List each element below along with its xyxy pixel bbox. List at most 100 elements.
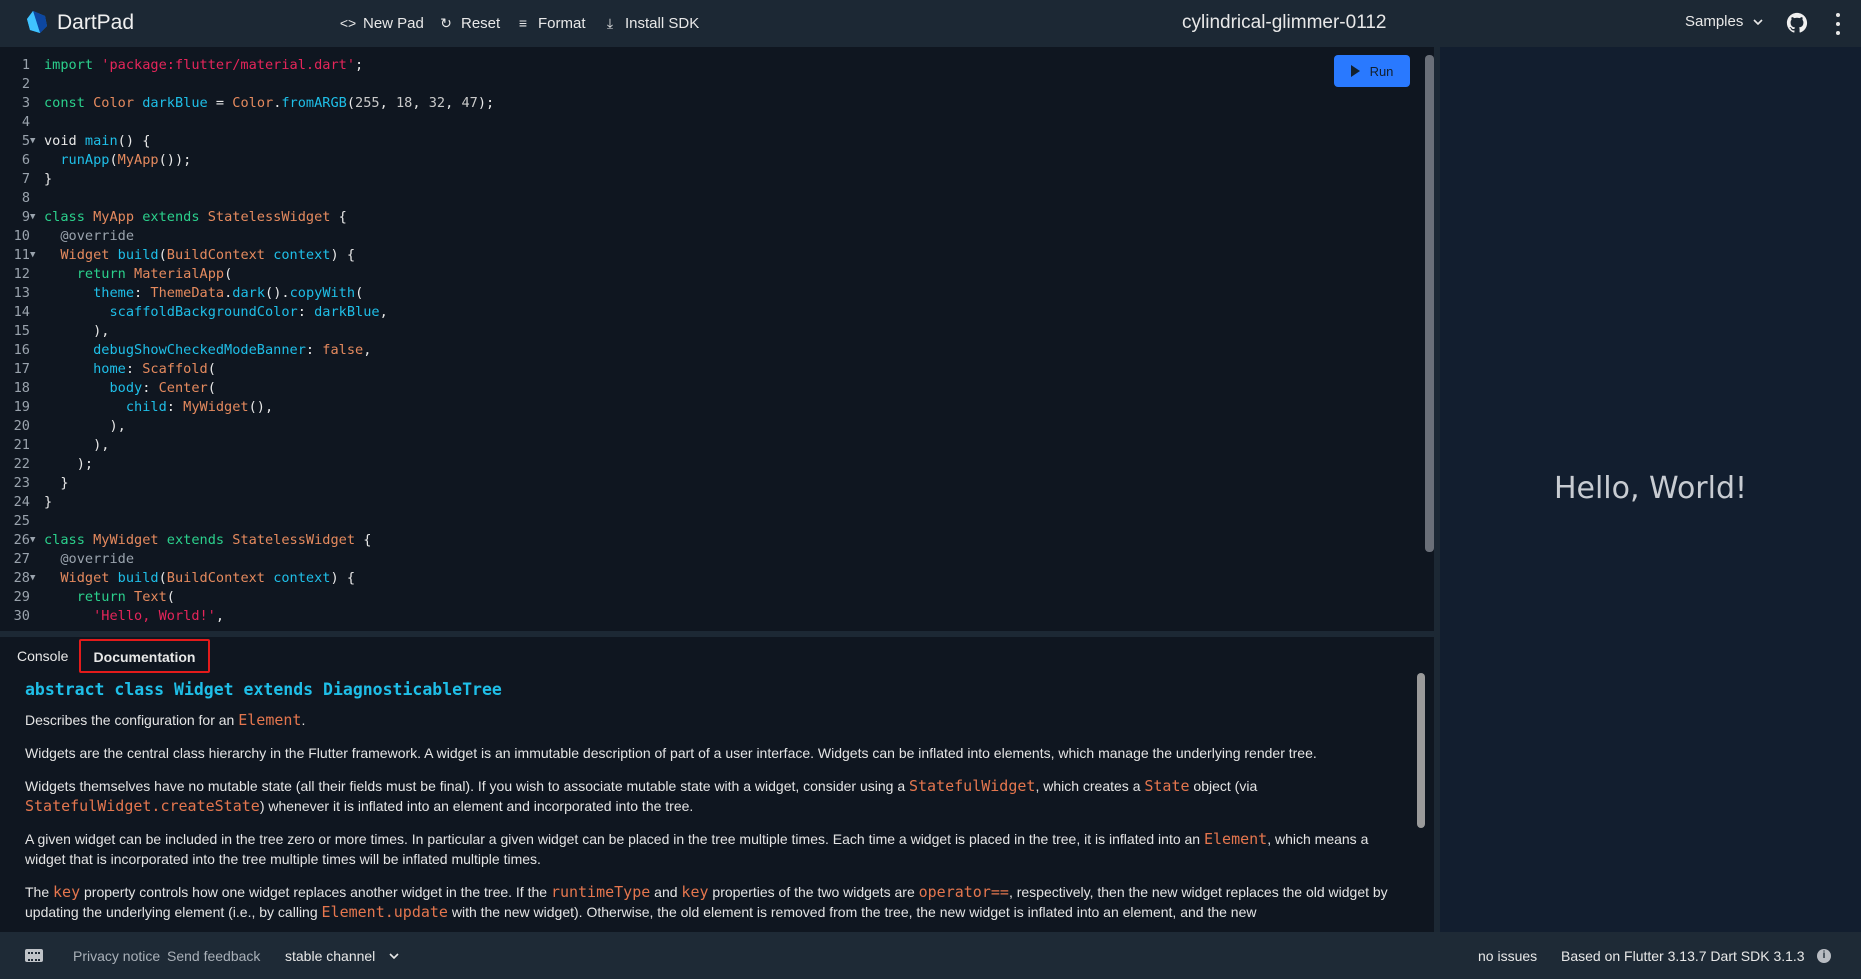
line-number: 19 [13, 399, 30, 415]
reset-button[interactable]: ↻ Reset [438, 12, 500, 34]
download-icon: ⤓ [606, 14, 614, 31]
refresh-icon: ↻ [440, 14, 452, 31]
code-text: } [44, 171, 53, 187]
code-text: } [44, 475, 69, 491]
channel-dropdown[interactable]: stable channel [285, 947, 399, 965]
format-align-icon: ≡ [518, 15, 528, 31]
chevron-down-icon [1753, 18, 1763, 25]
doc-code-link[interactable]: State [1144, 777, 1189, 795]
documentation-content: abstract class Widget extends Diagnostic… [25, 679, 1395, 932]
info-icon[interactable]: i [1817, 949, 1831, 963]
line-number: 16 [13, 342, 30, 358]
fold-toggle-icon[interactable]: ▼ [30, 246, 35, 265]
doc-code-link[interactable]: Element [238, 711, 301, 729]
output-panel: Hello, World! [1440, 47, 1861, 932]
line-number: 11 [13, 247, 30, 263]
code-text: } [44, 494, 53, 510]
line-number: 6 [21, 152, 30, 168]
format-label: Format [538, 14, 586, 32]
doc-paragraph: The key property controls how one widget… [25, 883, 1388, 921]
doc-paragraph: Widgets are the central class hierarchy … [25, 745, 1317, 761]
line-number: 5 [21, 133, 30, 149]
app-brand: DartPad [57, 11, 135, 34]
editor-scrollbar[interactable] [1425, 55, 1434, 552]
doc-code-link[interactable]: operator== [919, 883, 1009, 901]
privacy-notice-link[interactable]: Privacy notice [73, 947, 160, 965]
fold-toggle-icon[interactable]: ▼ [30, 132, 35, 151]
new-pad-button[interactable]: <> New Pad [340, 12, 424, 34]
tab-documentation[interactable]: Documentation [79, 639, 210, 673]
run-button[interactable]: Run [1334, 55, 1410, 87]
new-pad-label: New Pad [363, 14, 424, 32]
doc-code-link[interactable]: StatefulWidget [909, 777, 1035, 795]
install-sdk-button[interactable]: ⤓ Install SDK [602, 12, 699, 34]
code-text: return MaterialApp( [76, 266, 233, 282]
app-header: DartPad <> New Pad ↻ Reset ≡ Format ⤓ In… [0, 0, 1861, 47]
doc-code-link[interactable]: Element [1204, 830, 1267, 848]
code-text: 'Hello, World!', [93, 608, 225, 624]
line-number: 17 [13, 361, 30, 377]
samples-dropdown[interactable]: Samples [1685, 13, 1763, 30]
doc-code-link[interactable]: runtimeType [551, 883, 650, 901]
line-number: 2 [21, 76, 30, 92]
send-feedback-link[interactable]: Send feedback [167, 947, 260, 965]
fold-toggle-icon[interactable]: ▼ [30, 569, 35, 588]
doc-paragraph: A given widget can be included in the tr… [25, 830, 1369, 867]
code-editor[interactable]: 1 import 'package:flutter/material.dart';… [0, 47, 1434, 631]
channel-label: stable channel [285, 948, 376, 964]
doc-code-link[interactable]: key [53, 883, 80, 901]
doc-code-link[interactable]: key [681, 883, 708, 901]
line-number: 30 [13, 608, 30, 624]
code-text: runApp(MyApp()); [60, 152, 192, 168]
code-text: home: Scaffold( [93, 361, 216, 377]
bottom-panel: Console Documentation abstract class Wid… [0, 637, 1434, 932]
code-text: class MyApp extends StatelessWidget { [44, 209, 347, 225]
line-number: 28 [13, 570, 30, 586]
doc-scrollbar[interactable] [1417, 673, 1425, 828]
code-text: ), [44, 418, 126, 434]
code-text: @override [60, 551, 135, 567]
fold-toggle-icon[interactable]: ▼ [30, 208, 35, 227]
code-text: ); [44, 456, 94, 472]
line-number: 22 [13, 456, 30, 472]
issues-status: no issues [1478, 948, 1538, 964]
more-vert-icon[interactable] [1834, 13, 1842, 35]
line-number: 1 [21, 57, 30, 73]
code-text: debugShowCheckedModeBanner: false, [93, 342, 372, 358]
line-number: 13 [13, 285, 30, 301]
code-text: import 'package:flutter/material.dart'; [44, 57, 364, 73]
line-number: 3 [21, 95, 30, 111]
doc-code-link[interactable]: StatefulWidget.createState [25, 797, 260, 815]
code-text: scaffoldBackgroundColor: darkBlue, [109, 304, 388, 320]
line-number: 24 [13, 494, 30, 510]
line-number: 21 [13, 437, 30, 453]
version-info: Based on Flutter 3.13.7 Dart SDK 3.1.3 [1561, 948, 1805, 964]
code-text: @override [60, 228, 135, 244]
keyboard-icon[interactable] [25, 949, 43, 962]
doc-heading: abstract class Widget extends Diagnostic… [25, 680, 502, 699]
line-number: 12 [13, 266, 30, 282]
code-text: child: MyWidget(), [125, 399, 274, 415]
tab-console[interactable]: Console [17, 641, 68, 671]
code-text: Widget build(BuildContext context) { [60, 570, 356, 586]
code-text: class MyWidget extends StatelessWidget { [44, 532, 372, 548]
line-number: 4 [21, 114, 30, 130]
line-number: 25 [13, 513, 30, 529]
line-number: 27 [13, 551, 30, 567]
samples-label: Samples [1685, 13, 1744, 30]
line-number: 20 [13, 418, 30, 434]
code-icon: <> [339, 15, 357, 31]
code-text: void main() { [44, 133, 151, 149]
line-number: 29 [13, 589, 30, 605]
github-icon[interactable] [1786, 12, 1808, 34]
install-sdk-label: Install SDK [625, 14, 700, 32]
doc-code-link[interactable]: Element.update [322, 903, 448, 921]
format-button[interactable]: ≡ Format [515, 12, 586, 34]
pad-title[interactable]: cylindrical-glimmer-0112 [1182, 11, 1386, 35]
code-text: return Text( [76, 589, 175, 605]
code-text: body: Center( [109, 380, 216, 396]
line-number: 23 [13, 475, 30, 491]
fold-toggle-icon[interactable]: ▼ [30, 531, 35, 550]
run-label: Run [1369, 63, 1394, 79]
line-number: 18 [13, 380, 30, 396]
